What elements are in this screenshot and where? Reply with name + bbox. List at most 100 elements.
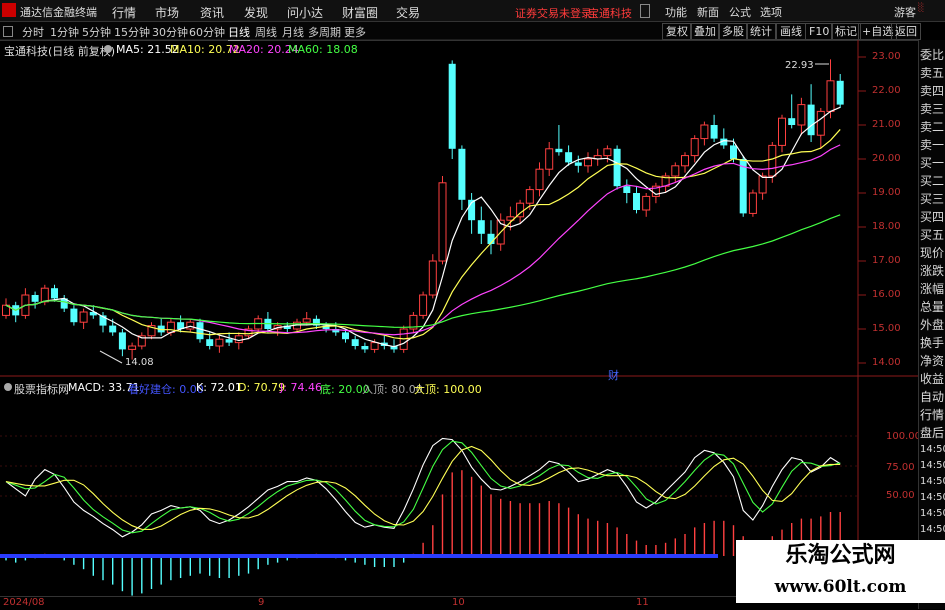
panel-earnings: 收益	[920, 372, 945, 386]
candle-body	[807, 104, 815, 136]
tick-time: 14:50	[920, 476, 945, 487]
candle-body	[225, 339, 233, 343]
panel-turnover: 换手	[920, 336, 945, 350]
candle-body	[215, 338, 224, 347]
price-label: 14.00	[872, 357, 901, 368]
legend-dading: 大顶: 100.00	[414, 383, 482, 396]
candle-body	[419, 294, 428, 316]
legend-jiancang: 看好建仓: 0.00	[128, 383, 204, 396]
panel-sell1: 卖一	[920, 138, 945, 152]
candle-body	[79, 311, 88, 323]
candle-body	[448, 63, 456, 149]
date-label: 2024/08	[3, 597, 45, 608]
legend-d: D: 70.79	[238, 381, 286, 394]
candle-body	[128, 345, 137, 350]
candle-body	[51, 288, 58, 299]
price-label: 22.00	[872, 85, 901, 96]
candle-body	[642, 195, 651, 211]
legend-j: J: 74.46	[280, 381, 322, 394]
candle-body	[584, 158, 592, 167]
candle-body	[234, 335, 243, 344]
candle-body	[681, 155, 689, 167]
candle-body	[477, 220, 485, 234]
panel-buy1: 买一	[920, 156, 945, 170]
indicator-dot-icon[interactable]	[4, 383, 12, 391]
price-label: 20.00	[872, 153, 901, 164]
candle-body	[700, 124, 709, 140]
settings-dot-icon[interactable]	[104, 45, 112, 53]
candle-body	[603, 148, 612, 157]
price-label: 21.00	[872, 119, 901, 130]
watermark-title: 乐淘公式网	[736, 540, 945, 572]
jiancang-baseline	[0, 554, 718, 558]
candle-body	[458, 148, 466, 200]
indicator-label: 50.00	[886, 490, 915, 501]
legend-ma60: MA60: 18.08	[288, 43, 358, 56]
candle-body	[836, 80, 844, 105]
kline-chart[interactable]	[0, 0, 918, 596]
indicator-label: 100.00	[886, 431, 921, 442]
candle-body	[816, 110, 825, 136]
candle-body	[690, 138, 699, 157]
panel-auto[interactable]: 自动	[920, 388, 944, 405]
panel-sell5: 卖五	[920, 66, 945, 80]
panel-hangqing[interactable]: 行情	[920, 406, 944, 423]
date-label: 10	[452, 597, 465, 608]
low-marker	[99, 350, 123, 364]
panel-buy5: 买五	[920, 228, 945, 242]
candle-body	[70, 308, 78, 323]
d-line	[5, 440, 841, 534]
low-annotation: 14.08	[125, 357, 154, 368]
panel-corner: ░	[918, 3, 925, 12]
candle-body	[748, 192, 757, 214]
panel-buy4: 买四	[920, 210, 945, 224]
date-label: 11	[636, 597, 649, 608]
price-label: 15.00	[872, 323, 901, 334]
candle-body	[797, 104, 806, 126]
tick-time: 14:50	[920, 508, 945, 519]
tick-time: 14:50	[920, 444, 945, 455]
price-label: 19.00	[872, 187, 901, 198]
candle-body	[302, 318, 311, 323]
candle-body	[206, 339, 214, 346]
cai-marker[interactable]: 财	[608, 367, 619, 383]
candle-body	[826, 80, 835, 112]
panel-sell4: 卖四	[920, 84, 945, 98]
tick-time: 14:50	[920, 460, 945, 471]
candle-body	[342, 332, 349, 340]
high-annotation: 22.93	[785, 60, 814, 71]
candle-body	[118, 332, 126, 350]
price-label: 18.00	[872, 221, 901, 232]
candle-body	[613, 148, 621, 187]
panel-panhou[interactable]: 盘后	[920, 424, 944, 441]
panel-weibi: 委比	[920, 48, 945, 62]
panel-outer: 外盘	[920, 318, 945, 332]
candle-body	[730, 145, 737, 159]
candle-body	[710, 125, 718, 139]
candle-body	[40, 287, 49, 303]
candle-body	[186, 321, 195, 330]
candle-body	[370, 342, 379, 350]
candle-body	[31, 295, 39, 302]
tick-time: 14:50	[920, 492, 945, 503]
candle-body	[565, 152, 573, 163]
watermark-url: www.60lt.com	[736, 572, 945, 603]
candle-body	[535, 168, 544, 191]
panel-change: 涨跌	[920, 264, 945, 278]
candle-body	[428, 260, 437, 296]
candle-body	[633, 193, 640, 210]
panel-buy3: 买三	[920, 192, 945, 206]
candle-body	[351, 339, 359, 346]
candle-body	[545, 148, 554, 170]
panel-change-pct: 涨幅	[920, 282, 945, 296]
candle-body	[758, 175, 767, 194]
candle-body	[525, 189, 534, 204]
candle-body	[623, 186, 631, 193]
panel-net-asset: 净资	[920, 354, 945, 368]
indicator-label: 75.00	[886, 462, 915, 473]
price-label: 23.00	[872, 51, 901, 62]
candle-body	[196, 322, 204, 340]
panel-sell3: 卖三	[920, 102, 945, 116]
candle-body	[109, 325, 117, 333]
price-label: 17.00	[872, 255, 901, 266]
